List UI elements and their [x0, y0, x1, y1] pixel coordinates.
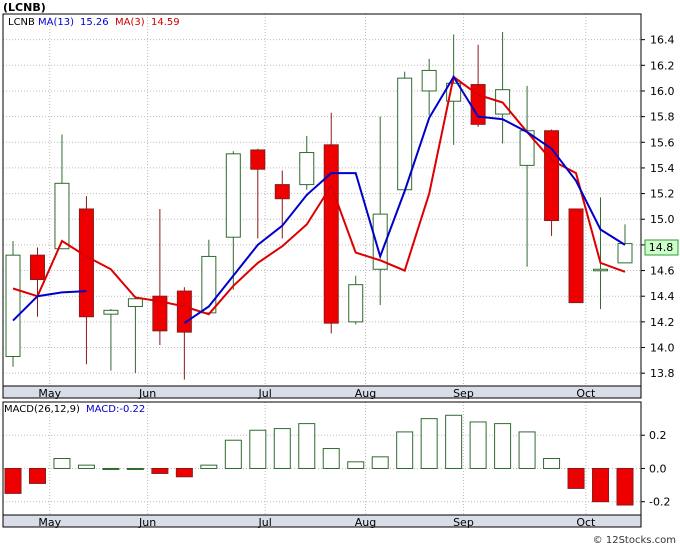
price-tick-label: 14.4: [650, 290, 675, 303]
macd-tick-label: 0.0: [649, 462, 667, 475]
candle-body: [299, 152, 315, 186]
macd-bar: [420, 418, 438, 469]
macd-bar: [469, 421, 487, 469]
macd-bar: [126, 467, 144, 470]
price-tick-label: 16.2: [650, 59, 675, 72]
macd-bar: [592, 467, 610, 503]
watermark: © 12Stocks.com: [593, 535, 676, 546]
macd-bar: [273, 428, 291, 469]
month-label: May: [38, 387, 61, 400]
macd-bar: [249, 429, 267, 469]
macd-bar: [494, 423, 512, 469]
stock-chart: 13.8 14.0 14.2 14.4 14.6 14.8 15.0 15.2 15.4 15.6…: [0, 0, 680, 546]
macd-bar: [175, 467, 193, 478]
candle-body: [568, 208, 584, 304]
candle-body: [593, 268, 609, 272]
price-tick-label: 14.0: [650, 342, 675, 355]
macd-bar: [616, 467, 634, 506]
macd-bar: [543, 458, 561, 469]
legend-ma3-value: 14.59: [151, 17, 180, 28]
month-label-macd: Aug: [355, 516, 376, 529]
macd-bar: [347, 461, 365, 469]
macd-bar: [53, 458, 71, 469]
candle-body: [29, 254, 45, 281]
price-tick-label: 14.6: [650, 265, 675, 278]
macd-bar: [77, 464, 95, 469]
candle-body: [348, 284, 364, 323]
candle-body: [127, 298, 143, 307]
month-label: Jun: [138, 387, 156, 400]
candle-body: [201, 255, 217, 314]
candle-body: [54, 182, 70, 250]
candle-body: [225, 153, 241, 238]
macd-bar: [298, 423, 316, 469]
price-tick-label: 14.2: [650, 316, 675, 329]
price-tick-label: 13.8: [650, 367, 675, 380]
price-tick-label: 15.2: [650, 188, 675, 201]
macd-bar: [396, 431, 414, 469]
candle-body: [5, 254, 21, 357]
month-label-macd: Sep: [453, 516, 474, 529]
candle-body: [617, 243, 633, 264]
macd-bar: [371, 456, 389, 469]
macd-label: MACD(26,12,9): [4, 404, 80, 415]
candle-body: [250, 149, 266, 170]
price-tick-label: 15.8: [650, 111, 675, 124]
macd-bar: [102, 467, 120, 470]
legend-ma13-name: MA(13): [38, 17, 74, 28]
price-tick-label: 15.0: [650, 213, 675, 226]
price-tick-label: 16.0: [650, 85, 675, 98]
legend-ma13-value: 15.26: [80, 17, 109, 28]
ticker-label: (LCNB): [3, 1, 46, 14]
macd-tick-label: -0.2: [649, 496, 670, 509]
macd-bar: [151, 467, 169, 474]
month-label-macd: Oct: [576, 516, 596, 529]
macd-bar: [28, 467, 46, 484]
price-date-strip: [2, 385, 642, 399]
candle-body: [176, 290, 192, 333]
macd-tick-label: 0.2: [649, 429, 667, 442]
macd-bar: [322, 448, 340, 469]
price-tick-label: 15.6: [650, 136, 675, 149]
legend-ma3-name: MA(3): [115, 17, 145, 28]
macd-bar: [567, 467, 585, 489]
legend-lcnb: LCNB: [8, 17, 35, 28]
macd-bar: [518, 431, 536, 469]
candle-body: [323, 144, 339, 324]
candle-body: [78, 208, 94, 318]
month-label-macd: Jul: [258, 516, 272, 529]
price-tick-label: 16.4: [650, 34, 675, 47]
month-label: Aug: [355, 387, 376, 400]
macd-bar: [4, 467, 22, 494]
macd-bar: [224, 439, 242, 469]
month-label-macd: May: [38, 516, 61, 529]
month-label-macd: Jun: [138, 516, 156, 529]
last-price-text: 14.8: [649, 241, 674, 254]
candle-body: [274, 184, 290, 200]
candle-body: [421, 69, 437, 92]
candle-body: [397, 77, 413, 191]
macd-bar: [200, 464, 218, 469]
month-label: Sep: [453, 387, 474, 400]
macd-bar: [445, 414, 463, 469]
month-label: Jul: [258, 387, 272, 400]
last-price-tag: 14.8: [644, 239, 679, 256]
price-tick-label: 15.4: [650, 162, 675, 175]
month-label: Oct: [576, 387, 596, 400]
chart-stage: 13.8 14.0 14.2 14.4 14.6 14.8 15.0 15.2 15.4 15.6…: [0, 0, 680, 546]
macd-value-label: MACD:-0.22: [86, 404, 145, 415]
macd-date-strip: [2, 514, 642, 528]
candle-body: [103, 309, 119, 315]
